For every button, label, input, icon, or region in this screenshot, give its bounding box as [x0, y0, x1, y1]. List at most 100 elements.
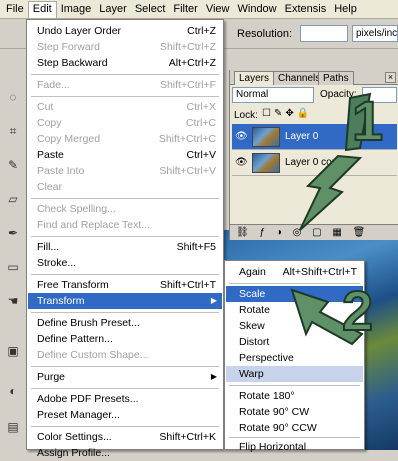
menu-item-label: Perspective: [239, 352, 294, 364]
layer-thumbnail: [252, 127, 280, 147]
menu-item-label: Define Custom Shape...: [37, 349, 149, 361]
menu-item-label: Copy: [37, 117, 62, 129]
menu-item-label: Warp: [239, 368, 264, 380]
menu-item-undo[interactable]: Undo Layer Order Ctrl+Z: [28, 23, 222, 39]
menu-window[interactable]: Window: [234, 1, 281, 18]
menu-edit[interactable]: Edit: [27, 0, 57, 18]
menu-item-label: Paste Into: [37, 165, 85, 177]
menu-separator: [31, 198, 219, 199]
eye-icon[interactable]: 👁: [235, 157, 248, 169]
menu-item-shortcut: Shift+Ctrl+K: [159, 431, 216, 443]
menu-item-define-pattern[interactable]: Define Pattern...: [28, 331, 222, 347]
palette-footer-icons[interactable]: ⛓ ƒ ◑ ◎ ▢ ▦ 🗑: [230, 224, 398, 240]
crop-tool-icon[interactable]: ⌗: [4, 122, 22, 140]
menu-item-label: Rotate 90° CCW: [239, 422, 317, 434]
menu-item-label: Adobe PDF Presets...: [37, 393, 139, 405]
text-tool-icon[interactable]: ▭: [4, 258, 22, 276]
menu-item-copy[interactable]: Copy Ctrl+C: [28, 115, 222, 131]
menu-view[interactable]: View: [202, 1, 234, 18]
menu-item-label: Define Brush Preset...: [37, 317, 140, 329]
eye-icon[interactable]: 👁: [235, 131, 248, 143]
menu-item-step-backward[interactable]: Step Backward Alt+Ctrl+Z: [28, 55, 222, 71]
resolution-label: Resolution:: [237, 28, 293, 40]
menu-item-step-forward[interactable]: Step Forward Shift+Ctrl+Z: [28, 39, 222, 55]
layer-name: Layer 0: [285, 131, 319, 142]
close-icon[interactable]: ×: [385, 72, 396, 83]
tab-paths[interactable]: Paths: [318, 71, 354, 85]
menu-item-perspective[interactable]: Perspective: [226, 350, 363, 366]
menu-item-label: Paste: [37, 149, 64, 161]
eraser-tool-icon[interactable]: ▱: [4, 190, 22, 208]
pen-tool-icon[interactable]: ✒: [4, 224, 22, 242]
menu-item-clear[interactable]: Clear: [28, 179, 222, 195]
menu-item-warp[interactable]: Warp: [226, 366, 363, 382]
menu-item-shortcut: Shift+Ctrl+F: [159, 79, 216, 91]
menu-item-label: Free Transform: [37, 279, 109, 291]
menu-item-label: Rotate 90° CW: [239, 406, 310, 418]
menu-item-flip-horizontal[interactable]: Flip Horizontal: [226, 439, 363, 455]
menu-item-distort[interactable]: Distort: [226, 334, 363, 350]
menu-item-color-settings[interactable]: Color Settings... Shift+Ctrl+K: [28, 429, 222, 445]
menu-separator: [31, 236, 219, 237]
color-swatch-icon[interactable]: ▣: [4, 342, 22, 360]
menu-select[interactable]: Select: [131, 1, 170, 18]
menu-item-shortcut: Alt+Shift+Ctrl+T: [282, 266, 357, 278]
menu-separator: [31, 388, 219, 389]
menu-item-find-replace[interactable]: Find and Replace Text...: [28, 217, 222, 233]
menu-filter[interactable]: Filter: [169, 1, 201, 18]
menu-item-scale[interactable]: Scale: [226, 286, 363, 302]
menu-item-label: Color Settings...: [37, 431, 112, 443]
menu-help[interactable]: Help: [330, 1, 361, 18]
menu-item-define-custom-shape[interactable]: Define Custom Shape...: [28, 347, 222, 363]
menu-item-label: Undo Layer Order: [37, 25, 122, 37]
menu-item-preset-manager[interactable]: Preset Manager...: [28, 407, 222, 423]
fill-label: Fill:: [358, 110, 374, 121]
menu-file[interactable]: File: [2, 1, 28, 18]
resolution-unit-select[interactable]: pixels/inch: [352, 25, 398, 42]
menu-item-skew[interactable]: Skew: [226, 318, 363, 334]
menu-item-assign-profile[interactable]: Assign Profile...: [28, 445, 222, 461]
opacity-input[interactable]: [362, 87, 397, 103]
menu-item-paste-into[interactable]: Paste Into Shift+Ctrl+V: [28, 163, 222, 179]
menu-item-paste[interactable]: Paste Ctrl+V: [28, 147, 222, 163]
menu-item-transform[interactable]: Transform ▶: [28, 293, 222, 309]
menu-item-again[interactable]: Again Alt+Shift+Ctrl+T: [226, 264, 363, 280]
menu-item-check-spelling[interactable]: Check Spelling...: [28, 201, 222, 217]
menu-image[interactable]: Image: [57, 1, 96, 18]
menu-item-pdf-presets[interactable]: Adobe PDF Presets...: [28, 391, 222, 407]
menu-item-rotate-180[interactable]: Rotate 180°: [226, 388, 363, 404]
resolution-input[interactable]: [300, 25, 348, 42]
menu-item-label: Distort: [239, 336, 270, 348]
layer-row[interactable]: 👁 Layer 0: [232, 124, 397, 150]
lasso-tool-icon[interactable]: ◌: [4, 88, 22, 106]
menu-item-label: Rotate: [239, 304, 270, 316]
menu-item-shortcut: Shift+Ctrl+V: [159, 165, 216, 177]
menu-extensis[interactable]: Extensis: [281, 1, 331, 18]
layer-thumbnail: [252, 153, 280, 173]
menu-item-rotate-90-ccw[interactable]: Rotate 90° CCW: [226, 420, 363, 436]
lock-icons[interactable]: ☐✎✥🔒: [262, 108, 312, 119]
menu-item-free-transform[interactable]: Free Transform Shift+Ctrl+T: [28, 277, 222, 293]
menu-item-rotate-90-cw[interactable]: Rotate 90° CW: [226, 404, 363, 420]
screen-mode-icon[interactable]: ▤: [4, 418, 22, 436]
transform-submenu: Again Alt+Shift+Ctrl+T Scale Rotate Skew …: [224, 260, 365, 453]
menu-item-fill[interactable]: Fill... Shift+F5: [28, 239, 222, 255]
stamp-tool-icon[interactable]: ✎: [4, 156, 22, 174]
menu-item-rotate[interactable]: Rotate: [226, 302, 363, 318]
menu-item-define-brush[interactable]: Define Brush Preset...: [28, 315, 222, 331]
submenu-arrow-icon: ▶: [210, 372, 217, 381]
menu-item-cut[interactable]: Cut Ctrl+X: [28, 99, 222, 115]
menu-item-fade[interactable]: Fade... Shift+Ctrl+F: [28, 77, 222, 93]
hand-tool-icon[interactable]: ☚: [4, 292, 22, 310]
menu-item-purge[interactable]: Purge ▶: [28, 369, 222, 385]
menu-layer[interactable]: Layer: [95, 1, 131, 18]
menu-item-label: Fill...: [37, 241, 60, 253]
blend-mode-select[interactable]: Normal: [232, 87, 314, 103]
layer-row[interactable]: 👁 Layer 0 copy: [232, 150, 397, 176]
layers-palette: Layers Channels Paths × Normal Opacity: …: [229, 70, 398, 240]
menu-item-copy-merged[interactable]: Copy Merged Shift+Ctrl+C: [28, 131, 222, 147]
quick-mask-icon[interactable]: ◐: [4, 382, 22, 400]
menu-item-stroke[interactable]: Stroke...: [28, 255, 222, 271]
menu-item-label: Purge: [37, 371, 66, 383]
tab-layers[interactable]: Layers: [234, 71, 275, 85]
